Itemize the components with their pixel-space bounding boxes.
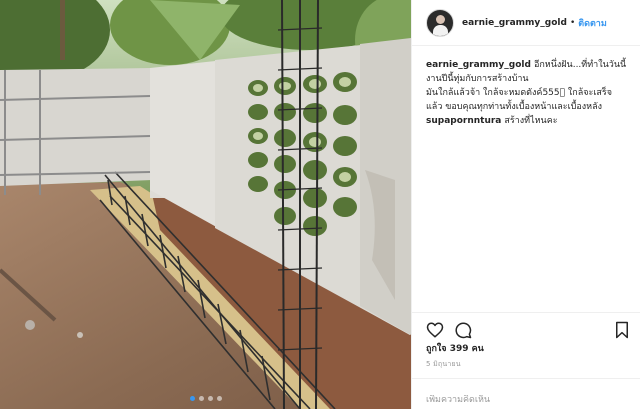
avatar[interactable]: [426, 8, 454, 37]
construction-photo: [0, 0, 411, 409]
caption: earnie_grammy_gold อีกหนึ่งฝัน...ที่ทำในว…: [426, 58, 631, 114]
caption-username[interactable]: earnie_grammy_gold: [426, 60, 531, 70]
comment-input[interactable]: [426, 395, 627, 405]
heart-icon[interactable]: [426, 321, 444, 339]
comment-text: สร้างที่ไหนคะ: [504, 116, 558, 126]
post-header: earnie_grammy_gold • ติดตาม: [412, 0, 640, 46]
carousel-dot[interactable]: [207, 396, 213, 401]
add-comment-bar: [412, 378, 640, 409]
comment-item: supapornntura สร้างที่ไหนคะ: [426, 114, 631, 128]
comment-bubble-icon[interactable]: [454, 321, 472, 339]
post-date[interactable]: 5 มิถุนายน: [426, 359, 461, 370]
caption-line: งานปีนี้ทุ่มกับการสร้างบ้าน: [426, 74, 529, 84]
caption-line: แล้ว ขอบคุณทุกท่านทั้งเบื้องหน้าและเบื้อ…: [426, 102, 603, 112]
comment-list: earnie_grammy_gold อีกหนึ่งฝัน...ที่ทำในว…: [426, 58, 631, 128]
carousel-dot[interactable]: [189, 396, 195, 401]
caption-line: อีกหนึ่งฝัน...ที่ทำในวันนี้: [533, 60, 627, 70]
follow-button[interactable]: ติดตาม: [578, 16, 607, 30]
carousel-dot[interactable]: [216, 396, 222, 401]
header-username[interactable]: earnie_grammy_gold: [462, 18, 567, 28]
separator-dot: •: [569, 17, 576, 28]
bookmark-icon[interactable]: [613, 321, 631, 339]
post-photo[interactable]: [0, 0, 411, 409]
caption-line: มันใกล้แล้วจ้า ใกล้จะหมดตังค์555🏻 ใกล้จะ…: [426, 88, 613, 98]
carousel-dot[interactable]: [198, 396, 204, 401]
like-count[interactable]: ถูกใจ 399 คน: [426, 341, 484, 355]
comment-username[interactable]: supapornntura: [426, 116, 501, 126]
carousel-dots: [0, 396, 411, 401]
post-side-panel: earnie_grammy_gold • ติดตาม earnie_gramm…: [411, 0, 640, 409]
instagram-post: earnie_grammy_gold • ติดตาม earnie_gramm…: [0, 0, 640, 409]
